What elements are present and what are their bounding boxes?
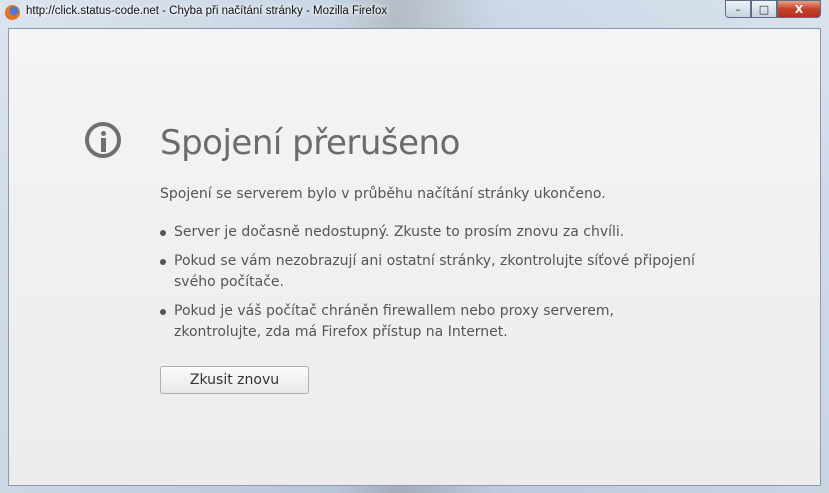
retry-button[interactable]: Zkusit znovu [160, 366, 309, 394]
error-description: Spojení se serverem bylo v průběhu načít… [160, 186, 606, 202]
maximize-button[interactable]: □ [751, 0, 777, 18]
suggestion-list: Server je dočasně nedostupný. Zkuste to … [160, 222, 700, 351]
error-title: Spojení přerušeno [160, 123, 460, 163]
window-controls: – □ X [725, 0, 821, 18]
minimize-button[interactable]: – [725, 0, 751, 18]
firefox-icon [5, 5, 20, 20]
window-title: http://click.status-code.net - Chyba při… [26, 5, 388, 17]
list-item: Pokud se vám nezobrazují ani ostatní str… [160, 251, 700, 293]
list-item: Server je dočasně nedostupný. Zkuste to … [160, 222, 700, 243]
close-button[interactable]: X [777, 0, 821, 18]
title-bar[interactable]: http://click.status-code.net - Chyba při… [0, 0, 829, 26]
list-item: Pokud je váš počítač chráněn firewallem … [160, 301, 700, 343]
error-page: Spojení přerušeno Spojení se serverem by… [8, 28, 821, 486]
info-icon [85, 122, 121, 158]
